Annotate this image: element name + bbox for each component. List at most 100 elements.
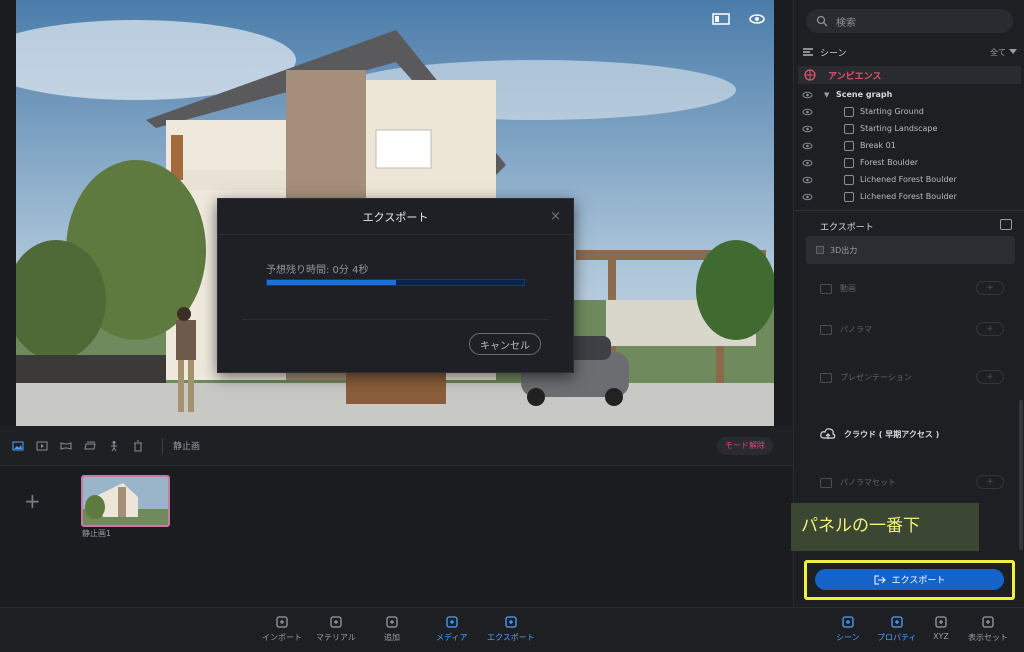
cancel-button[interactable]: キャンセル	[469, 333, 541, 355]
presentation-icon	[820, 372, 832, 383]
visibility-eye-icon[interactable]	[802, 176, 814, 184]
object-icon	[844, 157, 854, 168]
add-media-button[interactable]: +	[24, 489, 41, 513]
scene-header: シーン 全て	[802, 44, 1017, 60]
thumbnail-image	[83, 477, 168, 525]
output-3d-checkbox[interactable]	[816, 246, 824, 254]
cloud-upload-icon	[820, 428, 836, 439]
bottom-navigation: インポート マテリアル 追加 メディア エクスポート シーン プロパティ XYZ 表示セット	[0, 607, 1024, 652]
cloud-item[interactable]: クラウド ( 早期アクセス )	[820, 427, 939, 441]
scene-tree-label: Forest Boulder	[860, 158, 919, 167]
visibility-eye-icon[interactable]	[802, 142, 814, 150]
visibility-eye-icon[interactable]	[802, 159, 814, 167]
add-video-button[interactable]: +	[976, 281, 1004, 295]
properties-icon	[889, 614, 905, 630]
scene-tree-item[interactable]: Starting Ground	[802, 103, 1017, 120]
add-panorama-button[interactable]: +	[976, 322, 1004, 336]
export-panorama-item[interactable]: パノラマ	[820, 324, 872, 335]
search-input[interactable]: 検索	[806, 9, 1013, 33]
media-toolbar: 静止画 モード解除	[0, 426, 793, 466]
scene-tree-item[interactable]: Lichened Forest Boulder	[802, 188, 1017, 205]
scene-tree-label: Starting Ground	[860, 107, 924, 116]
nav-label: エクスポート	[487, 633, 535, 642]
ambience-item[interactable]: アンビエンス	[798, 66, 1021, 84]
video-icon[interactable]	[36, 440, 48, 452]
viewport-tools	[712, 12, 766, 26]
nav-label: 追加	[384, 633, 400, 642]
nav-label: インポート	[262, 633, 302, 642]
display-set-icon	[980, 614, 996, 630]
visibility-eye-icon[interactable]	[802, 193, 814, 201]
search-icon	[816, 15, 828, 27]
still-image-icon[interactable]	[12, 440, 24, 452]
app-window: エクスポート × 予想残り時間: 0分 4秒 キャンセル 静止画 モード解除 +…	[0, 0, 1024, 652]
export-presentation-item[interactable]: プレゼンテーション	[820, 372, 912, 383]
exit-mode-button[interactable]: モード解除	[717, 437, 773, 455]
nav-scene[interactable]: シーン	[836, 614, 860, 643]
panorama-icon	[820, 324, 832, 335]
export-button-label: エクスポート	[891, 576, 946, 586]
still-image-label: 静止画	[173, 442, 201, 452]
scene-tree-item[interactable]: Break 01	[802, 137, 1017, 154]
import-icon	[274, 614, 290, 630]
visibility-eye-icon[interactable]	[802, 108, 814, 116]
ambience-label: アンビエンス	[828, 71, 882, 82]
nav-material[interactable]: マテリアル	[316, 614, 356, 643]
scene-tree-item[interactable]: ▼ Scene graph	[802, 86, 1017, 103]
output-3d-label: 3D出力	[830, 245, 858, 255]
dialog-divider	[242, 319, 549, 320]
add-presentation-button[interactable]: +	[976, 370, 1004, 384]
nav-label: XYZ	[933, 632, 949, 641]
panel-toggle-icon[interactable]	[1000, 219, 1012, 230]
list-icon	[803, 48, 813, 56]
export-progress-fill	[267, 280, 396, 285]
annotation-callout: パネルの一番下	[791, 503, 979, 551]
cloud-label: クラウド ( 早期アクセス )	[844, 429, 940, 439]
nav-properties[interactable]: プロパティ	[877, 614, 917, 643]
video-icon	[820, 283, 832, 294]
media-icon	[444, 614, 460, 630]
trash-icon[interactable]	[132, 440, 144, 452]
eye-icon[interactable]	[748, 12, 766, 26]
scene-tree: ▼ Scene graph Starting Ground Starting Land…	[802, 86, 1017, 205]
nav-label: メディア	[436, 633, 468, 642]
scene-icon	[840, 614, 856, 630]
export-video-item[interactable]: 動画	[820, 283, 856, 294]
scene-tree-label: Break 01	[860, 141, 896, 150]
scene-tree-label: Lichened Forest Boulder	[860, 175, 957, 184]
panorama-icon[interactable]	[60, 440, 72, 452]
nav-xyz[interactable]: XYZ	[933, 614, 949, 641]
export-panorama-set-item[interactable]: パノラマセット	[820, 477, 896, 488]
scene-tree-item[interactable]: Forest Boulder	[802, 154, 1017, 171]
export-section-title: エクスポート	[820, 223, 874, 233]
panel-scrollbar[interactable]	[1019, 400, 1023, 550]
nav-label: シーン	[836, 633, 860, 642]
panel-divider	[794, 210, 1024, 211]
add-panorama-set-button[interactable]: +	[976, 475, 1004, 489]
media-thumbnail[interactable]	[81, 475, 170, 527]
nav-display-set[interactable]: 表示セット	[968, 614, 1008, 643]
chevron-down-icon	[1009, 49, 1017, 54]
nav-import[interactable]: インポート	[262, 614, 302, 643]
scene-filter-label: 全て	[990, 47, 1006, 57]
nav-media[interactable]: メディア	[436, 614, 467, 643]
expand-caret-icon[interactable]: ▼	[824, 91, 832, 99]
visibility-eye-icon[interactable]	[802, 125, 814, 133]
scene-filter-dropdown[interactable]: 全て	[990, 47, 1017, 58]
nav-add-object[interactable]: 追加	[384, 614, 400, 643]
panorama-set-icon[interactable]	[84, 440, 96, 452]
toolbar-separator	[162, 437, 163, 454]
presentation-icon[interactable]	[108, 440, 120, 452]
layout-icon[interactable]	[712, 12, 730, 26]
close-icon[interactable]: ×	[550, 209, 561, 224]
export-button[interactable]: エクスポート	[815, 569, 1004, 590]
export-panorama-label: パノラマ	[840, 325, 872, 334]
search-placeholder: 検索	[836, 17, 856, 29]
scene-tree-item[interactable]: Starting Landscape	[802, 120, 1017, 137]
scene-tree-item[interactable]: Lichened Forest Boulder	[802, 171, 1017, 188]
visibility-eye-icon[interactable]	[802, 91, 814, 99]
object-icon	[844, 191, 854, 202]
export-panorama-set-label: パノラマセット	[840, 478, 896, 487]
nav-export[interactable]: エクスポート	[487, 614, 535, 643]
output-3d-option[interactable]: 3D出力	[806, 236, 1015, 264]
